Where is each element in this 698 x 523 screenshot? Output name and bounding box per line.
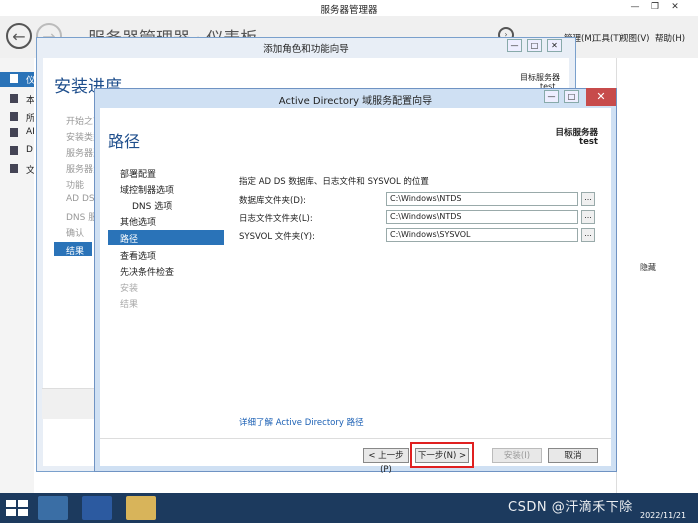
powershell-taskbar-icon[interactable] bbox=[82, 496, 112, 520]
step-dc-options[interactable]: 域控制器选项 bbox=[120, 183, 174, 196]
file-explorer-taskbar-icon[interactable] bbox=[126, 496, 156, 520]
maximize-icon[interactable]: □ bbox=[527, 39, 542, 52]
server-icon bbox=[10, 94, 18, 103]
log-folder-input[interactable]: C:\Windows\NTDS bbox=[386, 210, 578, 224]
watermark: CSDN @汗滴禾下除 bbox=[508, 500, 633, 515]
prev-button[interactable]: < 上一步(P) bbox=[363, 448, 409, 475]
db-folder-label: 数据库文件夹(D): bbox=[239, 196, 307, 206]
step-prereq-check[interactable]: 先决条件检查 bbox=[120, 265, 174, 278]
sidebar-item-dashboard[interactable]: 仪 bbox=[0, 72, 34, 87]
step-results: 结果 bbox=[120, 300, 139, 310]
close-icon[interactable]: ✕ bbox=[547, 39, 562, 52]
cancel-button[interactable]: 取消 bbox=[548, 448, 598, 463]
ad-icon bbox=[10, 128, 18, 137]
sidebar-item-ad[interactable]: AI bbox=[0, 126, 34, 141]
minimize-icon[interactable]: — bbox=[544, 90, 559, 103]
clock-date: 2022/11/21 bbox=[640, 511, 687, 520]
sysvol-folder-label: SYSVOL 文件夹(Y): bbox=[239, 232, 315, 242]
menu-view[interactable]: 视图(V) bbox=[620, 32, 649, 44]
learn-more-link[interactable]: 详细了解 Active Directory 路径 bbox=[239, 416, 364, 428]
target-server-value: test bbox=[579, 137, 598, 147]
menu-help[interactable]: 帮助(H) bbox=[655, 32, 685, 44]
sysvol-folder-browse-button[interactable]: ... bbox=[581, 228, 595, 242]
maximize-icon[interactable]: ❐ bbox=[648, 1, 662, 13]
step-results: 结果 bbox=[66, 247, 85, 257]
footer-divider bbox=[100, 438, 611, 439]
sidebar-item-local-server[interactable]: 本 bbox=[0, 92, 34, 107]
hide-link[interactable]: 隐藏 bbox=[640, 262, 656, 273]
minimize-icon[interactable]: — bbox=[507, 39, 522, 52]
step-other-options[interactable]: 其他选项 bbox=[120, 215, 156, 228]
close-icon[interactable]: ✕ bbox=[586, 88, 616, 106]
page-title: 路径 bbox=[108, 132, 141, 151]
sidebar: 仪 本 所 AI D 文 bbox=[0, 58, 34, 493]
sidebar-item-all-servers[interactable]: 所 bbox=[0, 110, 34, 125]
back-arrow-icon[interactable]: ← bbox=[6, 23, 32, 49]
server-manager-titlebar: 服务器管理器 — ❐ ✕ bbox=[0, 0, 698, 17]
step-adds: AD DS bbox=[66, 194, 95, 204]
dns-icon bbox=[10, 146, 18, 155]
db-folder-input[interactable]: C:\Windows\NTDS bbox=[386, 192, 578, 206]
window-title: 服务器管理器 bbox=[320, 5, 378, 16]
minimize-icon[interactable]: — bbox=[628, 1, 642, 13]
servers-icon bbox=[10, 112, 18, 121]
step-review-options[interactable]: 查看选项 bbox=[120, 249, 156, 262]
step-install: 安装 bbox=[120, 284, 139, 294]
start-windows-icon[interactable] bbox=[6, 500, 28, 516]
wizard-title: Active Directory 域服务配置向导 bbox=[278, 96, 433, 107]
step-deploy-config[interactable]: 部署配置 bbox=[120, 167, 156, 180]
log-folder-label: 日志文件文件夹(L): bbox=[239, 214, 313, 224]
dashboard-icon bbox=[10, 74, 18, 83]
close-icon[interactable]: ✕ bbox=[668, 1, 682, 13]
section-description: 指定 AD DS 数据库、日志文件和 SYSVOL 的位置 bbox=[239, 177, 429, 187]
db-folder-browse-button[interactable]: ... bbox=[581, 192, 595, 206]
step-paths[interactable]: 路径 bbox=[120, 232, 138, 245]
menu-tools[interactable]: 工具(T) bbox=[593, 32, 622, 44]
wizard-titlebar: 添加角色和功能向导 bbox=[37, 38, 575, 56]
step-confirm: 确认 bbox=[66, 229, 85, 239]
sidebar-item-file[interactable]: 文 bbox=[0, 162, 34, 177]
step-dns-options[interactable]: DNS 选项 bbox=[132, 199, 172, 212]
log-folder-browse-button[interactable]: ... bbox=[581, 210, 595, 224]
step-features: 功能 bbox=[66, 181, 85, 191]
dashboard-panel bbox=[616, 58, 698, 493]
next-button-highlight bbox=[410, 442, 474, 468]
wizard-body bbox=[100, 108, 611, 466]
file-icon bbox=[10, 164, 18, 173]
sidebar-item-dns[interactable]: D bbox=[0, 144, 34, 159]
maximize-icon[interactable]: □ bbox=[564, 90, 579, 103]
sysvol-folder-input[interactable]: C:\Windows\SYSVOL bbox=[386, 228, 578, 242]
wizard-titlebar: Active Directory 域服务配置向导 bbox=[94, 88, 617, 108]
wizard-title: 添加角色和功能向导 bbox=[263, 44, 349, 55]
install-button: 安装(I) bbox=[492, 448, 542, 463]
server-manager-taskbar-icon[interactable] bbox=[38, 496, 68, 520]
